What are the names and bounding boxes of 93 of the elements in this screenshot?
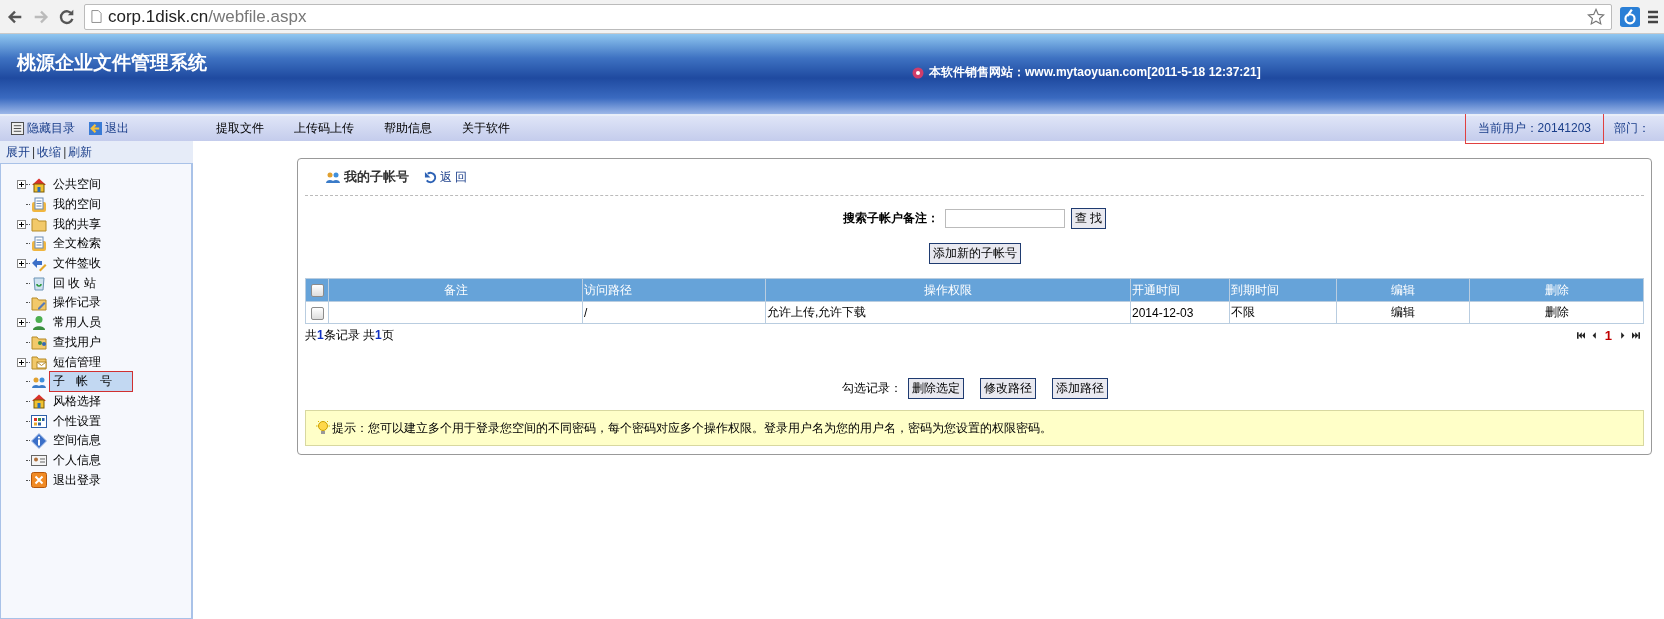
address-bar[interactable]: corp.1disk.cn/webfile.aspx — [84, 3, 1612, 30]
expand-toggle[interactable] — [17, 219, 26, 229]
flower-icon — [912, 66, 924, 79]
last-page-icon[interactable] — [1632, 331, 1640, 339]
folder-icon — [31, 216, 47, 233]
current-page: 1 — [1604, 327, 1612, 343]
extension-icon[interactable] — [1620, 6, 1640, 27]
tree-link[interactable]: 展开 — [6, 143, 30, 161]
expand-toggle[interactable] — [17, 259, 26, 269]
logout-link[interactable]: 退出 — [89, 120, 129, 137]
table-cell: 2014-12-03 — [1130, 301, 1230, 324]
record-summary: 共1条记录 共1页 — [305, 326, 394, 344]
tree-item[interactable]: 查找用户 — [50, 332, 104, 352]
list-icon — [11, 122, 24, 135]
house-icon — [31, 176, 47, 193]
grid-icon — [31, 413, 47, 430]
folder-pencil-icon — [31, 294, 47, 311]
column-header: 备注 — [328, 278, 583, 302]
tree-item[interactable]: 我的空间 — [50, 195, 104, 215]
document-icon — [31, 196, 47, 213]
table-cell: 不限 — [1229, 301, 1337, 324]
exit-arrow-icon — [89, 122, 102, 135]
folder-people-icon — [31, 334, 47, 351]
delete-link[interactable]: 删除 — [1469, 301, 1644, 324]
column-header: 开通时间 — [1130, 278, 1230, 302]
tree-item[interactable]: 退出登录 — [50, 470, 104, 490]
undo-icon[interactable] — [424, 170, 437, 184]
next-page-icon[interactable] — [1618, 331, 1626, 339]
document-icon — [31, 235, 47, 252]
expand-toggle[interactable] — [17, 318, 26, 328]
tree-item[interactable]: 我的共享 — [50, 214, 104, 234]
menu-item[interactable]: 关于软件 — [462, 120, 510, 137]
exit-icon — [31, 472, 47, 489]
separator: | — [32, 145, 36, 159]
tree-item[interactable]: 公共空间 — [50, 175, 104, 195]
recycle-bin-icon — [31, 275, 47, 292]
edit-link[interactable]: 编辑 — [1336, 301, 1470, 324]
tree-item[interactable]: 回 收 站 — [50, 273, 99, 293]
tree-item[interactable]: 个人信息 — [50, 450, 104, 470]
tree-item[interactable]: 风格选择 — [50, 391, 104, 411]
bulk-action-button[interactable]: 添加路径 — [1051, 378, 1108, 399]
tree-item[interactable]: 文件签收 — [50, 254, 104, 274]
app-title: 桃源企业文件管理系统 — [15, 51, 207, 75]
menu-item[interactable]: 帮助信息 — [384, 120, 432, 137]
tree-item[interactable]: 常用人员 — [50, 313, 104, 333]
hide-directory-link[interactable]: 隐藏目录 — [11, 120, 75, 137]
column-header: 删除 — [1469, 278, 1644, 302]
site-info: 本软件销售网站：www.mytaoyuan.com[2011-5-18 12:37:21] — [929, 64, 1261, 81]
person-icon — [31, 314, 47, 331]
tree-item[interactable]: 全文检索 — [50, 234, 104, 254]
tip-text: 提示：您可以建立多个用于登录您空间的不同密码，每个密码对应多个操作权限。登录用户名为您的用户名，密码为您设置的权限密码。 — [332, 419, 1052, 437]
panel-title: 我的子帐号 — [344, 168, 409, 186]
row-checkbox[interactable] — [310, 306, 324, 320]
select-all-checkbox[interactable] — [310, 284, 324, 298]
star-icon[interactable] — [1587, 7, 1605, 26]
previous-page-icon[interactable] — [1590, 331, 1599, 339]
department-label: 部门： — [1614, 120, 1651, 137]
column-header: 编辑 — [1336, 278, 1470, 302]
search-label: 搜索子帐户备注： — [842, 210, 939, 227]
search-field[interactable] — [944, 209, 1065, 228]
reload-icon[interactable] — [58, 7, 76, 26]
search-button[interactable]: 查 找 — [1070, 208, 1107, 229]
menu-item[interactable]: 提取文件 — [216, 120, 264, 137]
info-icon — [31, 432, 47, 449]
column-header: 到期时间 — [1229, 278, 1337, 302]
add-subaccount-button[interactable]: 添加新的子帐号 — [928, 243, 1021, 264]
house-icon — [31, 393, 47, 410]
back-link[interactable]: 返 回 — [440, 168, 468, 186]
column-header: 操作权限 — [765, 278, 1131, 302]
menu-icon[interactable] — [1648, 8, 1658, 25]
tree-item[interactable]: 操作记录 — [50, 293, 104, 313]
tree-item[interactable]: 空间信息 — [50, 431, 104, 451]
column-header: 访问路径 — [582, 278, 766, 302]
id-card-icon — [31, 452, 47, 469]
menu-item[interactable]: 上传码上传 — [294, 120, 354, 137]
current-user: 当前用户：20141203 — [1464, 113, 1604, 144]
tree-item[interactable]: 子 帐 号 — [50, 372, 132, 392]
tree-item[interactable]: 个性设置 — [50, 411, 104, 431]
lightbulb-icon — [316, 420, 330, 436]
first-page-icon[interactable] — [1576, 331, 1585, 339]
tree-link[interactable]: 刷新 — [68, 143, 93, 161]
bulk-action-button[interactable]: 修改路径 — [979, 378, 1036, 399]
folder-envelope-icon — [31, 354, 47, 371]
page-icon — [91, 10, 102, 23]
expand-toggle[interactable] — [17, 180, 26, 190]
separator: | — [63, 145, 67, 159]
table-cell: 允许上传,允许下载 — [765, 301, 1131, 324]
bulk-label: 勾选记录： — [841, 380, 902, 397]
tree-link[interactable]: 收缩 — [37, 143, 62, 161]
tree-item[interactable]: 短信管理 — [50, 352, 104, 372]
table-cell: / — [582, 301, 766, 324]
bulk-action-button[interactable]: 删除选定 — [907, 378, 964, 399]
expand-toggle[interactable] — [17, 357, 26, 367]
